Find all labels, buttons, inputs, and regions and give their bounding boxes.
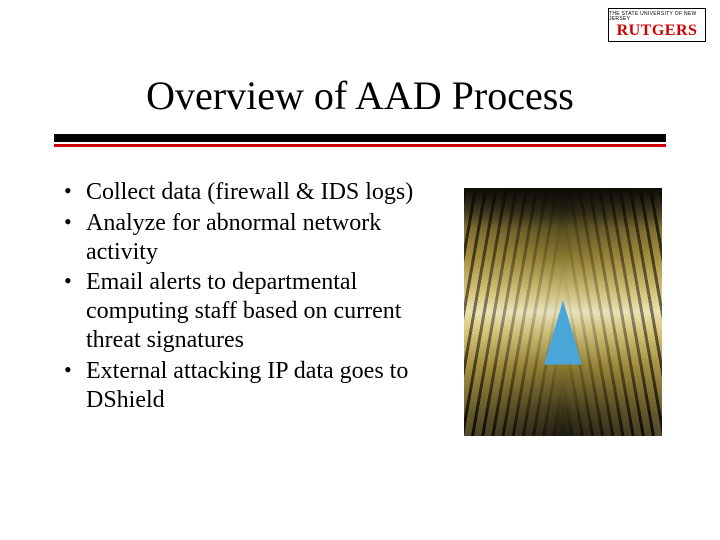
- slide-title: Overview of AAD Process: [0, 72, 720, 119]
- bullet-item: External attacking IP data goes to DShie…: [62, 357, 430, 415]
- title-divider: [54, 134, 666, 142]
- slide-body: Collect data (firewall & IDS logs) Analy…: [62, 178, 430, 416]
- logo-main: RUTGERS: [617, 23, 698, 39]
- server-room-image: [464, 188, 662, 436]
- bullet-item: Collect data (firewall & IDS logs): [62, 178, 430, 207]
- logo-topline: THE STATE UNIVERSITY OF NEW JERSEY: [609, 12, 705, 22]
- rutgers-logo: THE STATE UNIVERSITY OF NEW JERSEY RUTGE…: [608, 8, 706, 42]
- slide: THE STATE UNIVERSITY OF NEW JERSEY RUTGE…: [0, 0, 720, 540]
- bullet-item: Email alerts to departmental computing s…: [62, 268, 430, 354]
- bullet-item: Analyze for abnormal network activity: [62, 209, 430, 267]
- bullet-list: Collect data (firewall & IDS logs) Analy…: [62, 178, 430, 414]
